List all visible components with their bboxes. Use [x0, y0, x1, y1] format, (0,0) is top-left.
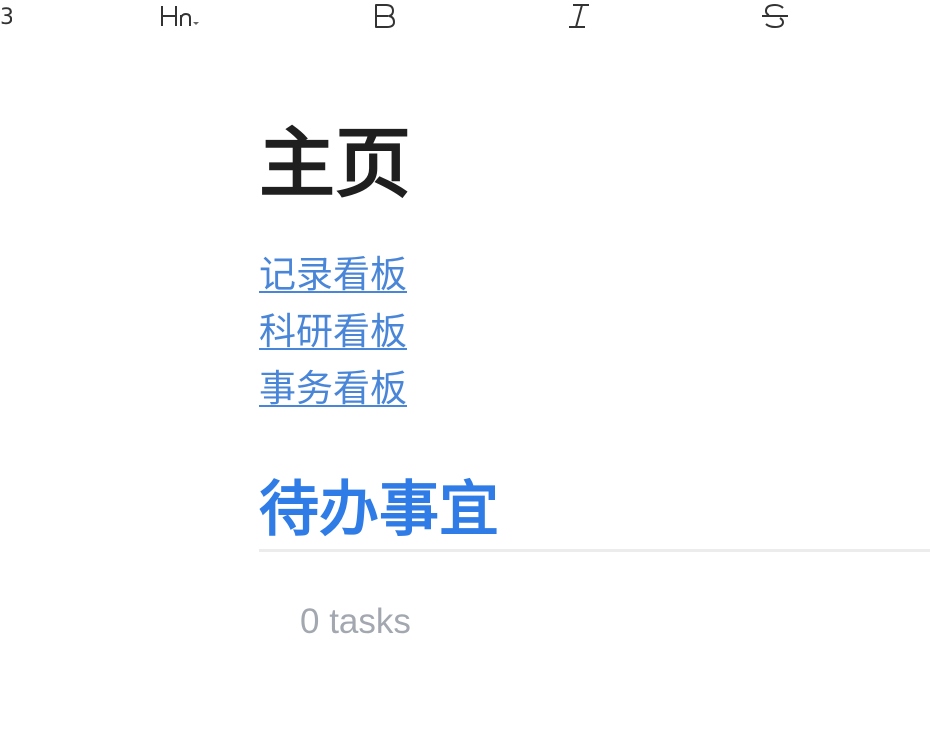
strikethrough-icon	[762, 3, 788, 29]
link-research-board[interactable]: 科研看板	[259, 310, 407, 353]
list-item: 科研看板	[259, 307, 407, 364]
svg-text:3: 3	[0, 5, 12, 30]
bold-icon	[375, 4, 395, 28]
list-item: 记录看板	[259, 250, 407, 307]
h3-button[interactable]: 3	[0, 0, 12, 34]
heading-dropdown-button[interactable]	[156, 0, 216, 34]
todo-section-title: 待办事宜	[259, 475, 499, 545]
list-item: 事务看板	[259, 364, 407, 421]
task-count: 0 tasks	[300, 602, 411, 641]
h3-icon: 3	[0, 5, 12, 30]
strikethrough-button[interactable]	[752, 0, 798, 34]
italic-button[interactable]	[556, 0, 602, 34]
section-divider	[259, 549, 930, 552]
heading-dropdown-icon	[161, 6, 199, 26]
editor-toolbar: 3	[0, 0, 930, 40]
link-affairs-board[interactable]: 事务看板	[259, 367, 407, 410]
italic-icon	[569, 4, 589, 28]
board-link-list: 记录看板 科研看板 事务看板	[259, 250, 407, 421]
page-title: 主页	[259, 119, 411, 208]
bold-button[interactable]	[362, 0, 408, 34]
link-record-board[interactable]: 记录看板	[259, 253, 407, 296]
